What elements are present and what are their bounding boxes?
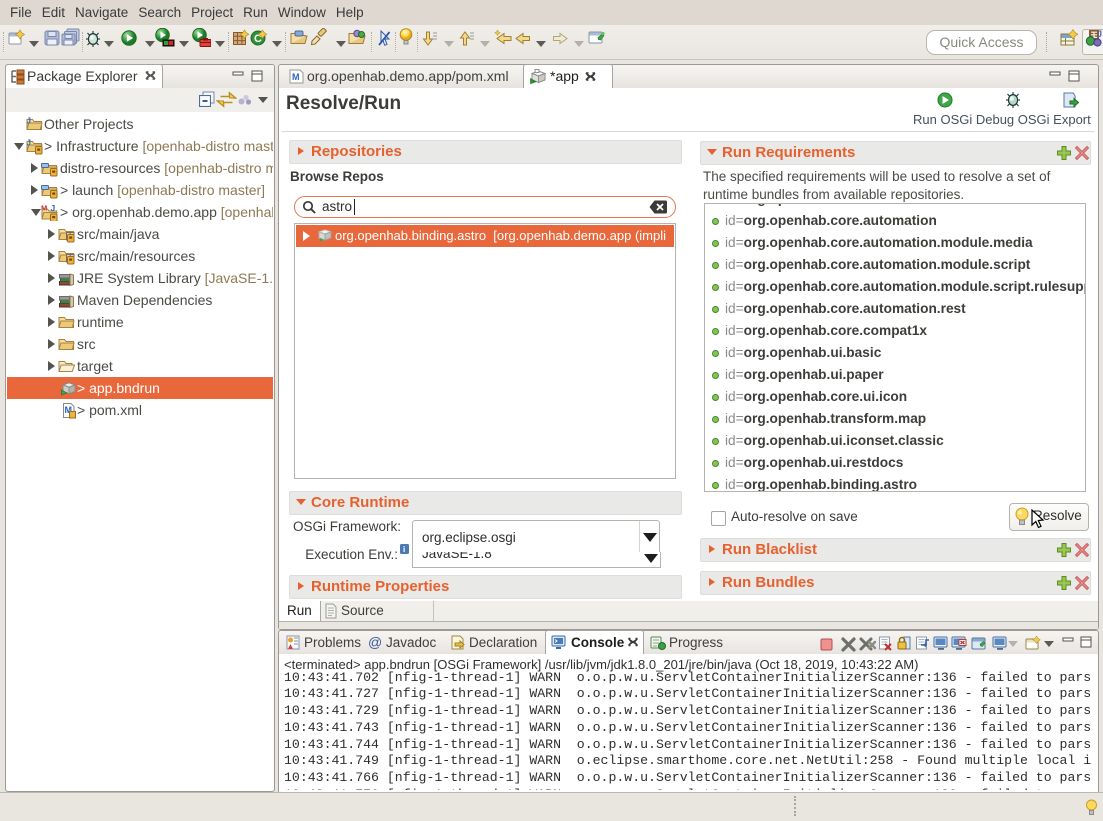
svg-text:J: J: [1097, 29, 1102, 39]
svg-text:J: J: [27, 139, 31, 148]
svg-text:J: J: [51, 204, 56, 213]
svg-text:M: M: [292, 72, 300, 82]
svg-text:M: M: [41, 204, 47, 213]
svg-text:J: J: [27, 117, 31, 126]
svg-text:i: i: [403, 545, 405, 554]
